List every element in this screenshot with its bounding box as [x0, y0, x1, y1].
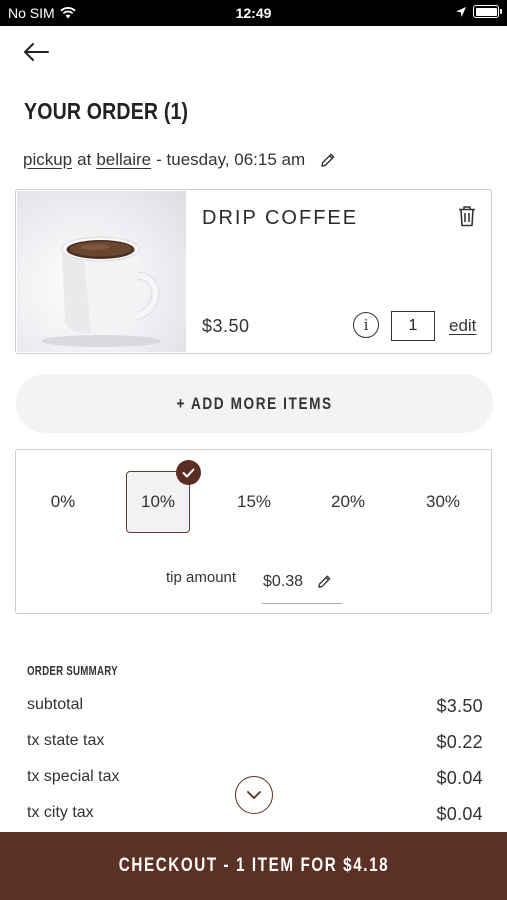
location-arrow-icon — [456, 6, 466, 17]
arrow-left-icon — [24, 43, 49, 61]
order-summary-title: ORDER SUMMARY — [27, 663, 118, 678]
pencil-icon — [321, 153, 335, 167]
tip-option-10[interactable]: 10% — [126, 460, 201, 533]
store-location-link[interactable]: bellaire — [96, 150, 151, 170]
coffee-mug-image — [41, 236, 161, 347]
tip-option-label: 0% — [50, 492, 76, 511]
page-title: YOUR ORDER (1) — [24, 98, 189, 124]
order-schedule-text: - tuesday, 06:15 am — [156, 150, 306, 169]
tip-option-label: 30% — [425, 492, 461, 511]
quantity-input[interactable] — [391, 311, 435, 341]
summary-label: tx city tax — [27, 804, 94, 821]
summary-row-state-tax: tx state tax $0.22 — [27, 732, 483, 753]
tip-option-30[interactable]: 30% — [411, 471, 475, 533]
summary-label: tx state tax — [27, 732, 105, 749]
tip-amount-value: $0.38 — [263, 572, 304, 590]
pencil-icon — [318, 575, 331, 588]
remove-item-button[interactable] — [457, 205, 477, 232]
summary-label: tx special tax — [27, 768, 120, 785]
cart-item-card: DRIP COFFEE $3.50 i edit — [15, 189, 492, 354]
battery-icon — [473, 5, 502, 18]
summary-value: $0.04 — [436, 804, 483, 824]
tip-amount-label: tip amount — [166, 569, 237, 586]
clock: 12:49 — [235, 5, 272, 21]
checkout-button[interactable]: CHECKOUT - 1 ITEM FOR $4.18 — [0, 832, 507, 900]
item-image — [17, 191, 186, 352]
order-info: pickup at bellaire - tuesday, 06:15 am — [23, 150, 336, 170]
tip-amount-field[interactable]: $0.38 — [262, 560, 342, 604]
summary-value: $3.50 — [436, 696, 483, 716]
back-button[interactable] — [22, 38, 54, 66]
order-mode-link[interactable]: pickup — [23, 150, 72, 170]
tip-option-label: 10% — [140, 492, 176, 511]
item-name: DRIP COFFEE — [202, 207, 359, 229]
trash-icon — [459, 206, 475, 227]
summary-value: $0.04 — [436, 768, 483, 788]
tip-option-15[interactable]: 15% — [222, 471, 286, 533]
scroll-down-button[interactable] — [235, 776, 273, 814]
summary-row-subtotal: subtotal $3.50 — [27, 696, 483, 717]
selected-check-badge — [176, 460, 201, 485]
checkmark-icon — [182, 468, 195, 477]
tip-option-label: 15% — [236, 492, 272, 511]
tip-option-0[interactable]: 0% — [31, 471, 95, 533]
item-info-button[interactable]: i — [353, 312, 379, 338]
edit-order-info-button[interactable] — [320, 152, 336, 168]
add-more-items-label: + ADD MORE ITEMS — [176, 393, 333, 413]
add-more-items-button[interactable]: + ADD MORE ITEMS — [16, 374, 493, 433]
item-price: $3.50 — [202, 316, 250, 336]
summary-label: subtotal — [27, 696, 84, 713]
order-at-text: at — [77, 150, 92, 169]
checkout-label: CHECKOUT - 1 ITEM FOR $4.18 — [118, 855, 389, 876]
edit-item-link[interactable]: edit — [449, 316, 476, 336]
tip-selector: 0% 10% 15% 20% 30% tip amount $0.38 — [15, 449, 492, 614]
status-bar: No SIM 12:49 — [0, 0, 507, 26]
tip-option-20[interactable]: 20% — [316, 471, 380, 533]
chevron-down-icon — [247, 791, 261, 799]
status-right-group — [455, 5, 502, 18]
info-icon: i — [363, 316, 369, 334]
summary-value: $0.22 — [436, 732, 483, 752]
tip-option-label: 20% — [330, 492, 366, 511]
